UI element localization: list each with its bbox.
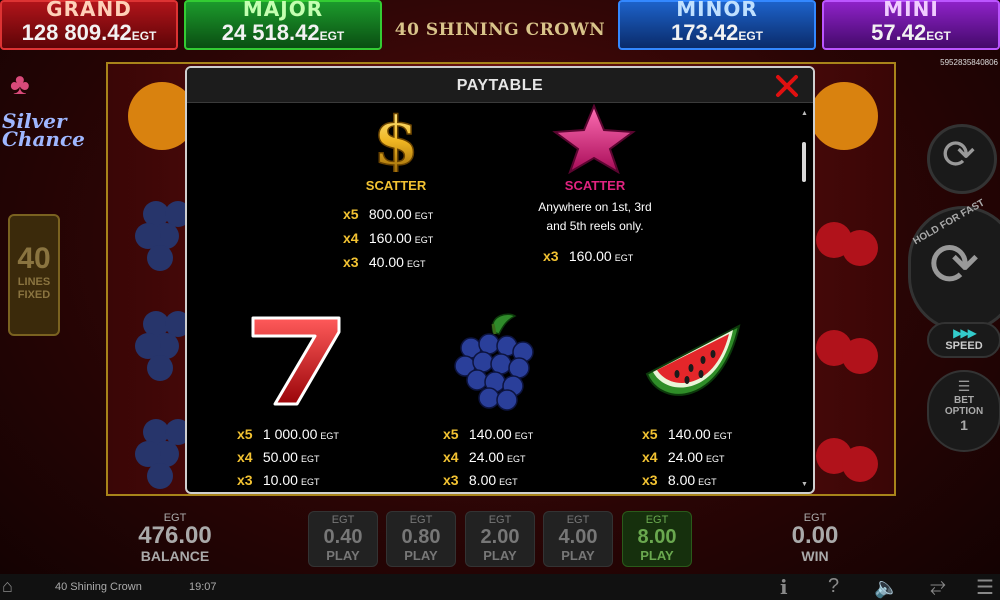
seven-pay-x3: x3 10.00 EGT (237, 472, 320, 488)
seven-pay-x4: x4 50.00 EGT (237, 449, 320, 465)
bet-label: PLAY (483, 548, 517, 563)
bet-currency: EGT (566, 514, 590, 526)
speed-label: SPEED (945, 340, 983, 352)
scroll-up-icon[interactable]: ▲ (801, 110, 808, 117)
balance-value: 476.00 (138, 522, 212, 549)
bet-currency: EGT (488, 514, 512, 526)
grapes-pay-x4: x4 24.00 EGT (443, 449, 526, 465)
watermelon-symbol-icon (645, 324, 741, 396)
autoplay-icon: ⟳ (942, 133, 976, 177)
seven-symbol-icon (251, 316, 341, 406)
dollar-scatter-label: SCATTER (365, 178, 427, 193)
status-clock: 19:07 (189, 581, 217, 593)
dollar-pay-x5: x5 800.00 EGT (343, 206, 434, 222)
balance-display: EGT 476.00 BALANCE (120, 512, 230, 564)
lines-number: 40 (17, 242, 51, 275)
home-icon[interactable]: ⌂ (2, 576, 13, 597)
jackpot-mini: MINI 57.42EGT (822, 0, 1000, 50)
bet-button-5[interactable]: EGT 8.00 PLAY (622, 511, 692, 567)
bet-option-button[interactable]: ☰ BET OPTION 1 (927, 370, 1000, 452)
bet-value: 0.80 (401, 526, 441, 548)
game-title: 40 SHINING CROWN (394, 20, 606, 40)
jackpot-bar: GRAND 128 809.42EGT MAJOR 24 518.42EGT 4… (0, 0, 1000, 52)
clover-icon: ♣ (10, 68, 30, 101)
autoplay-button[interactable]: ⟳ (927, 124, 997, 194)
win-label: WIN (801, 548, 829, 564)
logo-text: Silver Chance (2, 109, 85, 151)
win-display: EGT 0.00 WIN (760, 512, 870, 564)
close-icon[interactable] (775, 74, 799, 98)
bet-value: 2.00 (480, 526, 520, 548)
bet-button-3[interactable]: EGT 2.00 PLAY (465, 511, 535, 567)
jackpot-mini-value: 57.42EGT (871, 20, 951, 45)
info-icon[interactable]: i (780, 575, 788, 599)
status-bar: ⌂ 40 Shining Crown 19:07 i ? 🔈 ⥂ ☰ (0, 574, 1000, 600)
spin-icon: ⟳ (929, 231, 980, 298)
game-background: GRAND 128 809.42EGT MAJOR 24 518.42EGT 4… (0, 0, 1000, 600)
fast-forward-icon: ▶▶▶ (953, 326, 977, 340)
bet-value: 4.00 (558, 526, 598, 548)
coins-icon: ☰ (957, 378, 971, 394)
scrollbar-thumb[interactable] (802, 142, 806, 182)
scroll-down-icon[interactable]: ▼ (801, 481, 808, 488)
modal-header: PAYTABLE (187, 68, 813, 103)
star-scatter-note: Anywhere on 1st, 3rd and 5th reels only. (538, 200, 652, 233)
modal-title: PAYTABLE (456, 77, 544, 94)
bet-label: PLAY (561, 548, 595, 563)
paytable-modal: PAYTABLE ▲ ▼ $ SCATTER x5 800.00 EGT x4 1… (185, 66, 815, 494)
star-pay-x3: x3 160.00 EGT (543, 248, 634, 264)
grapes-pay-x5: x5 140.00 EGT (443, 426, 534, 442)
ticket-id: 5952835840806 (940, 58, 998, 67)
jackpot-minor: MINOR 173.42EGT (618, 0, 816, 50)
status-game-name: 40 Shining Crown (55, 581, 142, 593)
bet-button-1[interactable]: EGT 0.40 PLAY (308, 511, 378, 567)
speed-button[interactable]: ▶▶▶ SPEED (927, 322, 1000, 358)
bet-option-label: BET OPTION (944, 395, 984, 417)
bet-currency: EGT (645, 514, 669, 526)
bet-label: PLAY (326, 548, 360, 563)
jackpot-major-value: 24 518.42EGT (221, 20, 345, 45)
lines-label: LINES (17, 276, 51, 288)
menu-icon[interactable]: ☰ (976, 575, 994, 600)
bet-value: 8.00 (637, 526, 677, 548)
jackpot-minor-name: MINOR (676, 0, 758, 21)
jackpot-major-name: MAJOR (242, 0, 324, 21)
dollar-pay-x4: x4 160.00 EGT (343, 230, 434, 246)
grapes-symbol-icon (454, 313, 534, 411)
bet-currency: EGT (409, 514, 433, 526)
grapes-pay-x3: x3 8.00 EGT (443, 472, 518, 488)
watermelon-pay-x3: x3 8.00 EGT (642, 472, 717, 488)
jackpot-mini-name: MINI (883, 0, 939, 21)
dollar-symbol-icon: $ (372, 106, 419, 172)
win-value: 0.00 (791, 522, 839, 549)
modal-scrollbar[interactable]: ▲ ▼ (801, 110, 809, 490)
seven-pay-x5: x5 1 000.00 EGT (237, 426, 339, 442)
bet-button-2[interactable]: EGT 0.80 PLAY (386, 511, 456, 567)
balance-label: BALANCE (140, 548, 210, 564)
help-icon[interactable]: ? (828, 575, 839, 598)
fullscreen-icon[interactable]: ⥂ (930, 575, 946, 598)
fixed-label: FIXED (17, 289, 51, 301)
star-symbol-icon (552, 104, 636, 174)
bet-value: 0.40 (323, 526, 363, 548)
bet-currency: EGT (331, 514, 355, 526)
bet-option-value: 1 (960, 417, 968, 433)
lines-fixed-indicator: 40 LINES FIXED (8, 214, 60, 336)
jackpot-grand-name: GRAND (46, 0, 132, 21)
star-scatter-label: SCATTER (564, 178, 626, 193)
dollar-pay-x3: x3 40.00 EGT (343, 254, 426, 270)
watermelon-pay-x4: x4 24.00 EGT (642, 449, 725, 465)
jackpot-grand-value: 128 809.42EGT (21, 20, 157, 45)
bet-button-4[interactable]: EGT 4.00 PLAY (543, 511, 613, 567)
bet-label: PLAY (640, 548, 674, 563)
jackpot-major: MAJOR 24 518.42EGT (184, 0, 382, 50)
jackpot-minor-value: 173.42EGT (671, 20, 763, 45)
watermelon-pay-x5: x5 140.00 EGT (642, 426, 733, 442)
silver-chance-logo: ♣ Silver Chance (2, 68, 85, 152)
sound-icon[interactable]: 🔈 (874, 575, 899, 600)
bet-label: PLAY (404, 548, 438, 563)
svg-text:$: $ (373, 106, 419, 172)
jackpot-grand: GRAND 128 809.42EGT (0, 0, 178, 50)
